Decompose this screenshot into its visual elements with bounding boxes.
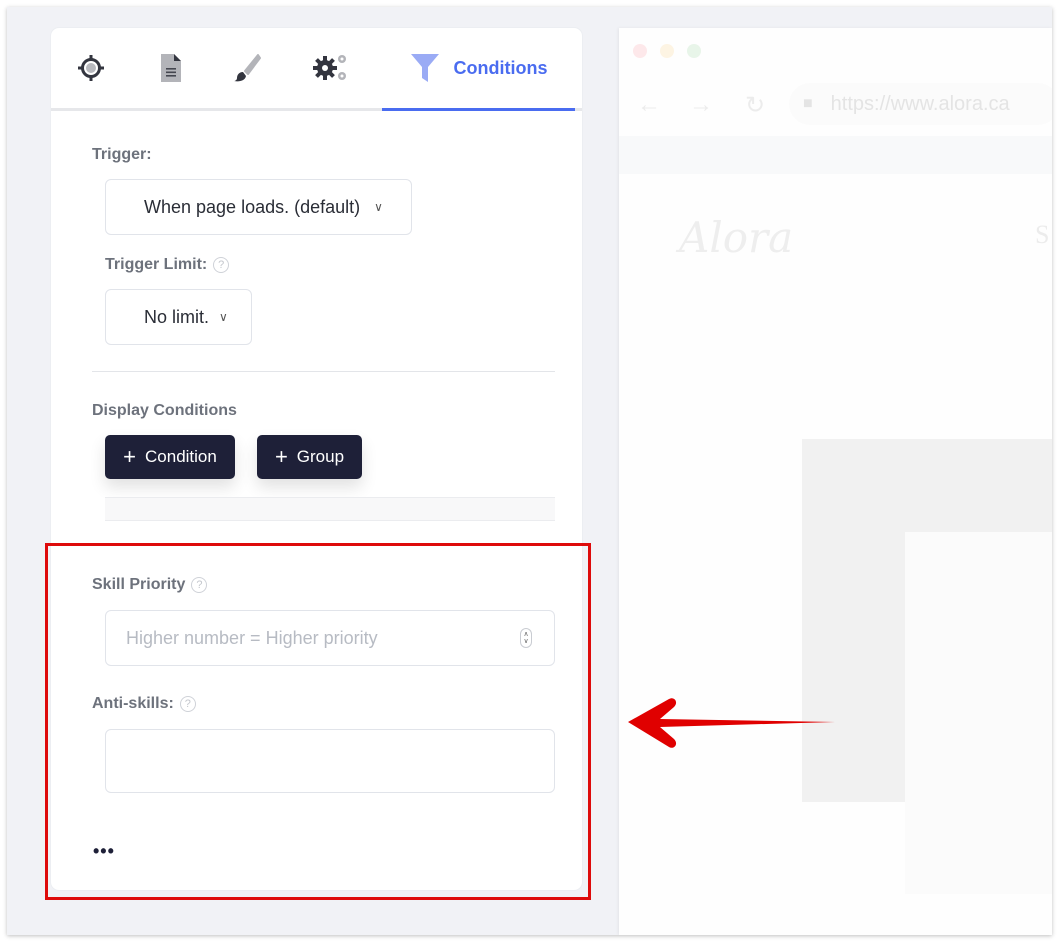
plus-icon: +: [123, 444, 137, 469]
tab-content[interactable]: [151, 28, 191, 108]
brush-icon: [234, 54, 261, 82]
close-window-dot: [633, 44, 647, 58]
add-condition-button[interactable]: + Condition: [105, 435, 235, 479]
trigger-limit-label: Trigger Limit: ?: [105, 256, 230, 274]
reload-icon: ↻: [745, 92, 766, 119]
tab-settings[interactable]: [309, 28, 353, 108]
minimize-window-dot: [660, 44, 674, 58]
tab-design[interactable]: [227, 28, 267, 108]
annotation-arrow-icon: [628, 698, 835, 748]
gears-icon: [313, 55, 346, 80]
document-icon: [161, 54, 181, 82]
trigger-select[interactable]: When page loads. (default) ∨: [105, 179, 412, 235]
tab-bar: Conditions: [51, 28, 582, 111]
url-bar: ■ https://www.alora.ca: [789, 83, 1052, 125]
site-preview: ← → ↻ ■ https://www.alora.ca Alora S: [619, 28, 1052, 935]
conditions-list: [105, 497, 555, 521]
help-icon[interactable]: ?: [213, 257, 230, 273]
tab-conditions-label: Conditions: [453, 57, 548, 78]
url-text: https://www.alora.ca: [830, 92, 1010, 115]
plus-icon: +: [274, 444, 288, 469]
trigger-limit-label-text: Trigger Limit:: [105, 256, 208, 273]
target-icon: [78, 55, 104, 81]
browser-tab-strip: [619, 136, 1052, 174]
add-group-label: Group: [296, 447, 345, 466]
chevron-down-icon: ∨: [374, 200, 383, 214]
lock-icon: ■: [803, 95, 813, 112]
site-nav-partial: S: [1035, 220, 1050, 249]
trigger-label-text: Trigger:: [92, 146, 152, 163]
chevron-down-icon: ∨: [219, 310, 228, 324]
hero-image-overlay: [905, 532, 1052, 894]
add-condition-label: Condition: [145, 447, 217, 466]
forward-arrow-icon: →: [689, 91, 713, 118]
maximize-window-dot: [687, 44, 701, 58]
add-group-button[interactable]: + Group: [257, 435, 362, 479]
display-conditions-label-text: Display Conditions: [92, 402, 237, 419]
trigger-limit-select[interactable]: No limit. ∨: [105, 289, 252, 345]
trigger-select-value: When page loads. (default): [144, 196, 361, 217]
display-conditions-label: Display Conditions: [92, 402, 237, 420]
trigger-limit-select-value: No limit.: [144, 306, 210, 327]
trigger-label: Trigger:: [92, 146, 152, 164]
tab-conditions[interactable]: Conditions: [382, 28, 575, 111]
annotation-highlight-box: [45, 543, 591, 900]
site-logo: Alora: [679, 213, 794, 262]
section-divider: [92, 371, 555, 372]
back-arrow-icon: ←: [637, 91, 661, 118]
tab-targeting[interactable]: [69, 28, 113, 108]
filter-icon: [410, 54, 439, 82]
